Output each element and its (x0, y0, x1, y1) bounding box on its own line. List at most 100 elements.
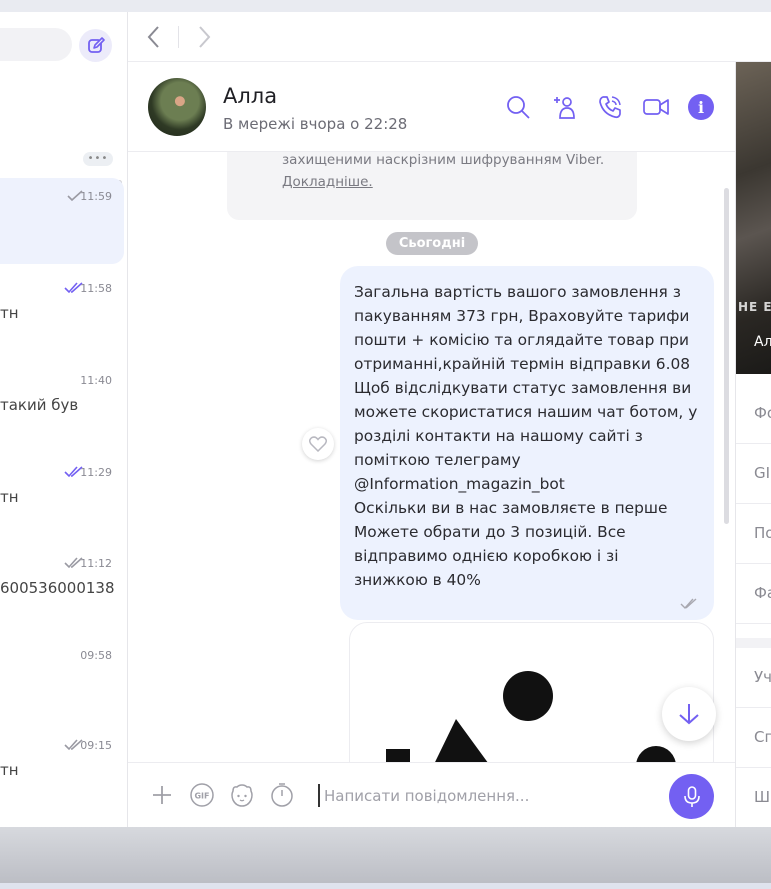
taskbar-edge (0, 883, 771, 889)
call-button[interactable] (596, 93, 624, 121)
message-text: Загальна вартість вашого замовлення з па… (354, 280, 704, 592)
message-line: поміткою телеграму (354, 451, 521, 469)
chat-preview: такий був (0, 396, 79, 414)
chat-time: 09:15 (80, 739, 112, 752)
info-row[interactable]: Фа (736, 564, 771, 624)
date-separator: Сьогодні (386, 232, 478, 255)
image-message[interactable] (349, 622, 714, 762)
forward-arrow-icon[interactable] (194, 24, 214, 50)
info-separator (736, 638, 771, 648)
gif-icon: GIF (190, 783, 214, 807)
plus-icon (153, 786, 171, 804)
chat-time: 11:12 (80, 557, 112, 570)
gif-button[interactable]: GIF (188, 781, 216, 809)
message-line: можете скористатися нашим чат ботом, у (354, 403, 698, 421)
contact-photo[interactable]: НЕ Е СОБІ Ал (736, 62, 771, 374)
message-line: відправимо однією коробкою і зі (354, 547, 619, 565)
search-icon (507, 96, 530, 119)
chat-preview: 600536000138 (0, 579, 115, 597)
info-icon[interactable]: i (688, 94, 714, 120)
chat-list-panel: ••• 11:59 11:58 тн 11:40 такий був 11:29… (0, 12, 128, 827)
encryption-notice: захищеними наскрізним шифруванням Viber.… (227, 152, 637, 220)
svg-text:GIF: GIF (194, 792, 209, 801)
info-row-label: Фо (754, 404, 771, 422)
info-row[interactable]: GI (736, 444, 771, 504)
message-input[interactable] (324, 782, 654, 810)
more-options-button[interactable]: ••• (83, 152, 113, 166)
photo-text: НЕ Е СОБІ (738, 300, 771, 314)
message-line: пакуванням 373 грн, Враховуйте тарифи (354, 307, 690, 325)
info-row[interactable]: По (736, 504, 771, 564)
info-row-label: Сп (754, 728, 771, 746)
video-camera-icon (643, 99, 669, 115)
chat-time: 11:40 (80, 374, 112, 387)
learn-more-link[interactable]: Докладніше. (282, 174, 373, 190)
chat-time: 11:29 (80, 466, 112, 479)
chat-time: 11:58 (80, 282, 112, 295)
arrow-down-icon (679, 704, 699, 725)
compose-icon (87, 36, 105, 53)
message-line: розділі контакти на нашому сайті з (354, 427, 643, 445)
chat-list-item[interactable]: 09:58 (0, 637, 124, 723)
conversation-panel: Алла В мережі вчора о 22:28 i захищеними… (128, 12, 771, 827)
info-row-label: По (754, 524, 771, 542)
contact-name[interactable]: Алла (223, 84, 277, 108)
phone-icon (599, 96, 621, 119)
chat-list-item[interactable]: 11:40 такий був (0, 362, 124, 448)
message-scrollbar[interactable] (724, 188, 729, 524)
info-row[interactable]: Уч (736, 648, 771, 708)
message-line: Загальна вартість вашого замовлення з (354, 283, 681, 301)
add-participant-button[interactable] (550, 93, 578, 121)
chat-list-item[interactable]: 11:12 600536000138 (0, 545, 124, 631)
timer-button[interactable] (268, 781, 296, 809)
encryption-text: захищеними наскрізним шифруванням Viber. (282, 152, 605, 168)
message-bubble[interactable]: Загальна вартість вашого замовлення з па… (340, 266, 714, 620)
chat-preview: тн (0, 304, 19, 322)
message-area: захищеними наскрізним шифруванням Viber.… (128, 152, 735, 762)
contact-info-panel: НЕ Е СОБІ Ал Фо GI По Фа Уч Сп Ш (735, 62, 771, 827)
viber-window: ••• 11:59 11:58 тн 11:40 такий був 11:29… (0, 12, 771, 827)
desktop-background (0, 827, 771, 889)
sticker-button[interactable] (228, 781, 256, 809)
message-line: @Information_magazin_bot (354, 475, 565, 493)
info-row[interactable]: Сп (736, 708, 771, 768)
chat-list-item[interactable]: 11:58 тн (0, 270, 124, 356)
seen-status-icon (680, 598, 697, 610)
chat-preview: тн (0, 488, 19, 506)
chat-preview: тн (0, 761, 19, 779)
scroll-to-bottom-button[interactable] (662, 687, 716, 741)
header-actions: i (504, 92, 714, 122)
contact-avatar[interactable] (148, 78, 206, 136)
image-placeholder-icon (386, 671, 676, 762)
info-row-label: GI (754, 464, 771, 482)
microphone-icon (683, 785, 700, 807)
message-line: отриманні,крайній термін відправки 6.08 (354, 355, 691, 373)
chat-time: 09:58 (80, 649, 112, 662)
chat-list-item[interactable]: 09:15 тн (0, 727, 124, 813)
message-line: знижкою в 40% (354, 571, 481, 589)
message-line: Оскільки ви в нас замовляєте в перше (354, 499, 668, 517)
add-user-icon (554, 97, 575, 119)
back-arrow-icon[interactable] (144, 24, 164, 50)
voice-message-button[interactable] (669, 774, 714, 819)
message-composer: GIF (128, 762, 735, 827)
chat-list-item[interactable]: 11:59 (0, 178, 124, 264)
info-row[interactable]: Фо (736, 384, 771, 444)
search-button[interactable] (504, 93, 532, 121)
heart-icon (309, 436, 327, 452)
navigation-bar (128, 12, 771, 62)
like-button[interactable] (302, 428, 334, 460)
attach-button[interactable] (148, 781, 176, 809)
desktop-top-strip (0, 0, 771, 12)
message-line: пошти + комісію та оглядайте товар при (354, 331, 690, 349)
info-row-label: Ш (754, 788, 771, 806)
message-line: Щоб відслідкувати статус замовлення ви (354, 379, 692, 397)
new-chat-button[interactable] (79, 29, 112, 62)
conversation-header: Алла В мережі вчора о 22:28 i (128, 62, 735, 152)
video-call-button[interactable] (642, 93, 670, 121)
chat-search-input[interactable] (0, 28, 72, 61)
info-row[interactable]: Ш (736, 768, 771, 827)
chat-list-item[interactable]: 11:29 тн (0, 454, 124, 540)
message-line: Можете обрати до 3 позицій. Все (354, 523, 626, 541)
text-caret (318, 784, 320, 807)
